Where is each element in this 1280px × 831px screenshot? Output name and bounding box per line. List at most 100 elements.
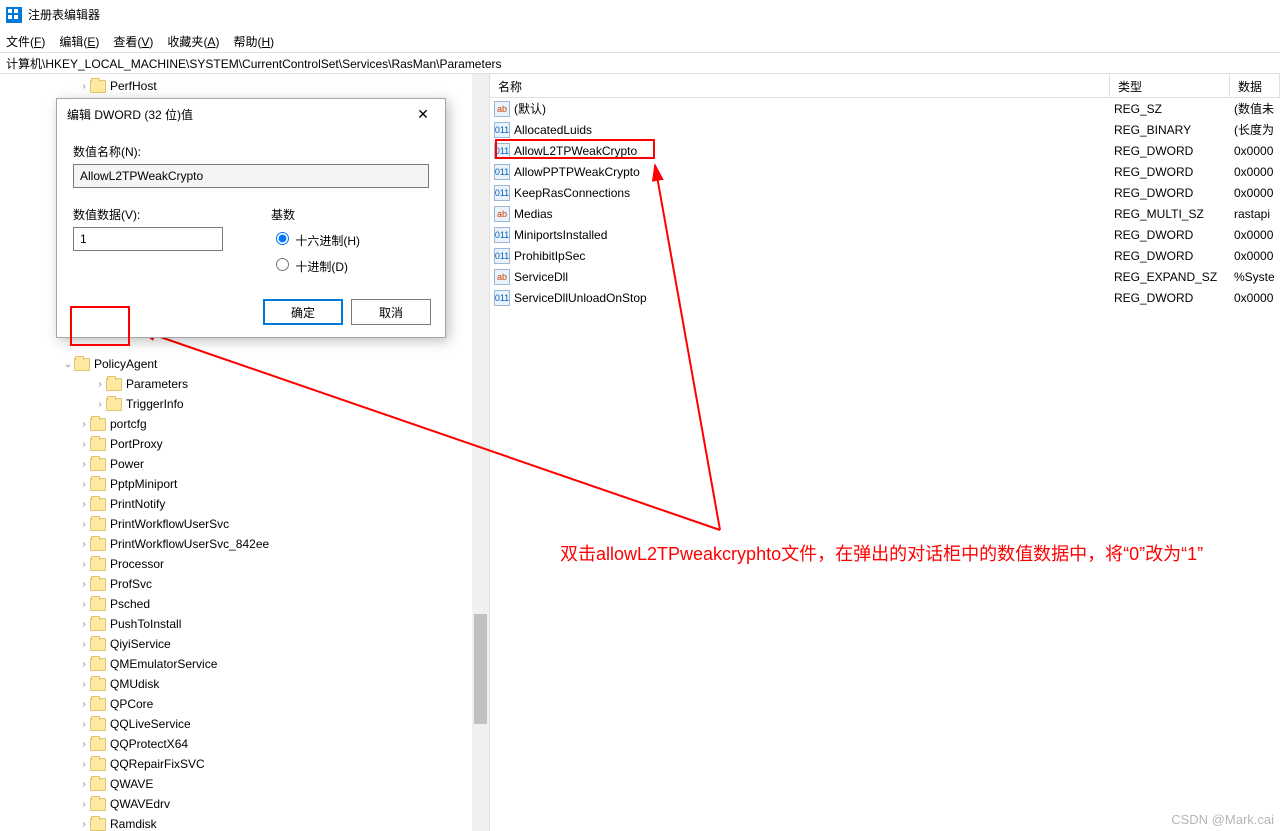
tree-item[interactable]: ›PptpMiniport: [0, 474, 489, 494]
value-data: (长度为: [1234, 121, 1280, 138]
tree-item[interactable]: ›Psched: [0, 594, 489, 614]
tree-item[interactable]: ›PrintWorkflowUserSvc_842ee: [0, 534, 489, 554]
address-bar[interactable]: 计算机\HKEY_LOCAL_MACHINE\SYSTEM\CurrentCon…: [0, 52, 1280, 74]
menu-view[interactable]: 查看(V): [113, 33, 153, 50]
table-row[interactable]: 011 AllowL2TPWeakCrypto REG_DWORD 0x0000: [490, 140, 1280, 161]
tree-item[interactable]: › TriggerInfo: [0, 394, 489, 414]
chevron-right-icon[interactable]: ›: [78, 579, 90, 590]
table-row[interactable]: 011 ServiceDllUnloadOnStop REG_DWORD 0x0…: [490, 287, 1280, 308]
cancel-button[interactable]: 取消: [351, 299, 431, 325]
tree-item[interactable]: ›QMUdisk: [0, 674, 489, 694]
chevron-right-icon[interactable]: ›: [78, 819, 90, 830]
folder-icon: [90, 538, 106, 551]
chevron-right-icon[interactable]: ›: [78, 459, 90, 470]
chevron-right-icon[interactable]: ›: [78, 439, 90, 450]
tree-item[interactable]: › Processor: [0, 554, 489, 574]
folder-icon: [90, 758, 106, 771]
chevron-right-icon[interactable]: ›: [78, 739, 90, 750]
folder-icon: [90, 738, 106, 751]
col-data[interactable]: 数据: [1230, 74, 1280, 97]
dialog-titlebar[interactable]: 编辑 DWORD (32 位)值 ✕: [57, 99, 445, 129]
chevron-right-icon[interactable]: ›: [78, 499, 90, 510]
tree-item[interactable]: ›PushToInstall: [0, 614, 489, 634]
table-row[interactable]: ab ServiceDll REG_EXPAND_SZ %Syste: [490, 266, 1280, 287]
tree-item[interactable]: ›PortProxy: [0, 434, 489, 454]
chevron-right-icon[interactable]: ›: [78, 479, 90, 490]
tree-scrollbar[interactable]: [472, 74, 489, 831]
col-name[interactable]: 名称: [490, 74, 1110, 97]
close-icon[interactable]: ✕: [403, 100, 443, 128]
tree-item[interactable]: ›Parameters: [0, 374, 489, 394]
window-title: 注册表编辑器: [28, 6, 100, 23]
tree-item[interactable]: ›QMEmulatorService: [0, 654, 489, 674]
table-row[interactable]: 011 KeepRasConnections REG_DWORD 0x0000: [490, 182, 1280, 203]
scrollbar-thumb[interactable]: [474, 614, 487, 724]
tree-item[interactable]: ›QWAVEdrv: [0, 794, 489, 814]
chevron-right-icon[interactable]: ›: [78, 659, 90, 670]
tree-item[interactable]: › QiyiService: [0, 634, 489, 654]
folder-icon: [90, 578, 106, 591]
col-type[interactable]: 类型: [1110, 74, 1230, 97]
tree-label: QiyiService: [110, 637, 171, 651]
chevron-right-icon[interactable]: ›: [78, 419, 90, 430]
tree-item[interactable]: ›portcfg: [0, 414, 489, 434]
tree-item[interactable]: ›PrintWorkflowUserSvc: [0, 514, 489, 534]
chevron-right-icon[interactable]: ›: [78, 619, 90, 630]
value-type: REG_DWORD: [1114, 144, 1234, 158]
value-name-field[interactable]: [73, 164, 429, 188]
radix-hex[interactable]: 十六进制(H): [271, 229, 429, 249]
chevron-right-icon[interactable]: ›: [78, 639, 90, 650]
tree-item[interactable]: ›QPCore: [0, 694, 489, 714]
folder-icon: [106, 398, 122, 411]
chevron-right-icon[interactable]: ›: [78, 599, 90, 610]
menu-edit[interactable]: 编辑(E): [59, 33, 99, 50]
table-row[interactable]: 011 AllowPPTPWeakCrypto REG_DWORD 0x0000: [490, 161, 1280, 182]
chevron-down-icon[interactable]: ⌄: [62, 359, 74, 370]
chevron-right-icon[interactable]: ›: [94, 399, 106, 410]
chevron-right-icon[interactable]: ›: [78, 759, 90, 770]
value-type: REG_DWORD: [1114, 186, 1234, 200]
table-row[interactable]: 011 MiniportsInstalled REG_DWORD 0x0000: [490, 224, 1280, 245]
table-row[interactable]: 011 ProhibitIpSec REG_DWORD 0x0000: [490, 245, 1280, 266]
value-data: 0x0000: [1234, 165, 1280, 179]
value-data: 0x0000: [1234, 291, 1280, 305]
value-data-field[interactable]: [73, 227, 223, 251]
value-name: ServiceDll: [514, 270, 568, 284]
tree-item[interactable]: ›Power: [0, 454, 489, 474]
value-name: AllocatedLuids: [514, 123, 592, 137]
table-row[interactable]: 011 AllocatedLuids REG_BINARY (长度为: [490, 119, 1280, 140]
value-type: REG_EXPAND_SZ: [1114, 270, 1234, 284]
radix-dec[interactable]: 十进制(D): [271, 255, 429, 275]
tree-item[interactable]: ›QQLiveService: [0, 714, 489, 734]
tree-label: TriggerInfo: [126, 397, 184, 411]
value-name: KeepRasConnections: [514, 186, 630, 200]
chevron-right-icon[interactable]: ›: [78, 699, 90, 710]
tree-item[interactable]: ›Ramdisk: [0, 814, 489, 831]
chevron-right-icon[interactable]: ›: [78, 799, 90, 810]
tree-item[interactable]: › PerfHost: [0, 76, 489, 96]
chevron-right-icon[interactable]: ›: [78, 559, 90, 570]
menu-favorites[interactable]: 收藏夹(A): [167, 33, 219, 50]
table-row[interactable]: ab (默认) REG_SZ (数值未: [490, 98, 1280, 119]
tree-label: Processor: [110, 557, 164, 571]
tree-label: QQProtectX64: [110, 737, 188, 751]
tree-item[interactable]: ⌄PolicyAgent: [0, 354, 489, 374]
ok-button[interactable]: 确定: [263, 299, 343, 325]
tree-item[interactable]: ›QQRepairFixSVC: [0, 754, 489, 774]
tree-item[interactable]: ›QWAVE: [0, 774, 489, 794]
menu-file[interactable]: 文件(F): [6, 33, 45, 50]
chevron-right-icon[interactable]: ›: [78, 779, 90, 790]
menu-help[interactable]: 帮助(H): [233, 33, 274, 50]
tree-item[interactable]: › QQProtectX64: [0, 734, 489, 754]
tree-item[interactable]: ›PrintNotify: [0, 494, 489, 514]
chevron-right-icon[interactable]: ›: [78, 679, 90, 690]
chevron-right-icon[interactable]: ›: [78, 539, 90, 550]
chevron-right-icon[interactable]: ›: [78, 519, 90, 530]
chevron-right-icon[interactable]: ›: [78, 81, 90, 92]
table-row[interactable]: ab Medias REG_MULTI_SZ rastapi: [490, 203, 1280, 224]
chevron-right-icon[interactable]: ›: [78, 719, 90, 730]
chevron-right-icon[interactable]: ›: [94, 379, 106, 390]
registry-value-icon: 011: [494, 248, 510, 264]
value-type: REG_DWORD: [1114, 249, 1234, 263]
tree-item[interactable]: ›ProfSvc: [0, 574, 489, 594]
